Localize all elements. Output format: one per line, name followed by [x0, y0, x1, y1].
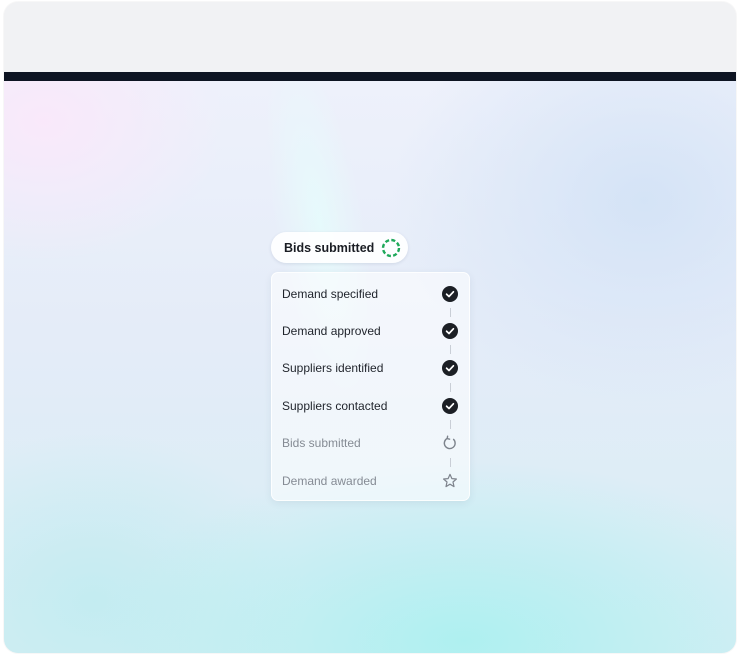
status-pill-label: Bids submitted [284, 240, 375, 255]
progress-spinner-icon [380, 237, 402, 259]
step-demand-approved: Demand approved [272, 320, 469, 342]
progress-steps-card: Demand specified Demand approved Supplie… [271, 272, 470, 501]
step-suppliers-identified: Suppliers identified [272, 357, 469, 379]
check-circle-icon [442, 398, 458, 414]
top-bar [4, 2, 736, 72]
step-label: Demand specified [282, 287, 379, 301]
step-label: Demand awarded [282, 474, 377, 488]
step-connector [450, 345, 451, 354]
step-connector [450, 458, 451, 467]
step-label: Suppliers identified [282, 361, 384, 375]
step-connector [450, 420, 451, 429]
step-connector [450, 383, 451, 392]
step-bids-submitted: Bids submitted [272, 432, 469, 454]
check-circle-icon [442, 360, 458, 376]
step-label: Bids submitted [282, 436, 361, 450]
step-demand-specified: Demand specified [272, 283, 469, 305]
check-circle-icon [442, 323, 458, 339]
step-label: Suppliers contacted [282, 399, 388, 413]
header-divider [4, 72, 736, 81]
status-pill[interactable]: Bids submitted [271, 232, 409, 263]
step-label: Demand approved [282, 324, 381, 338]
star-icon [442, 473, 458, 489]
check-circle-icon [442, 286, 458, 302]
step-suppliers-contacted: Suppliers contacted [272, 395, 469, 417]
step-demand-awarded: Demand awarded [272, 470, 469, 492]
step-connector [450, 308, 451, 317]
refresh-icon [442, 435, 458, 451]
